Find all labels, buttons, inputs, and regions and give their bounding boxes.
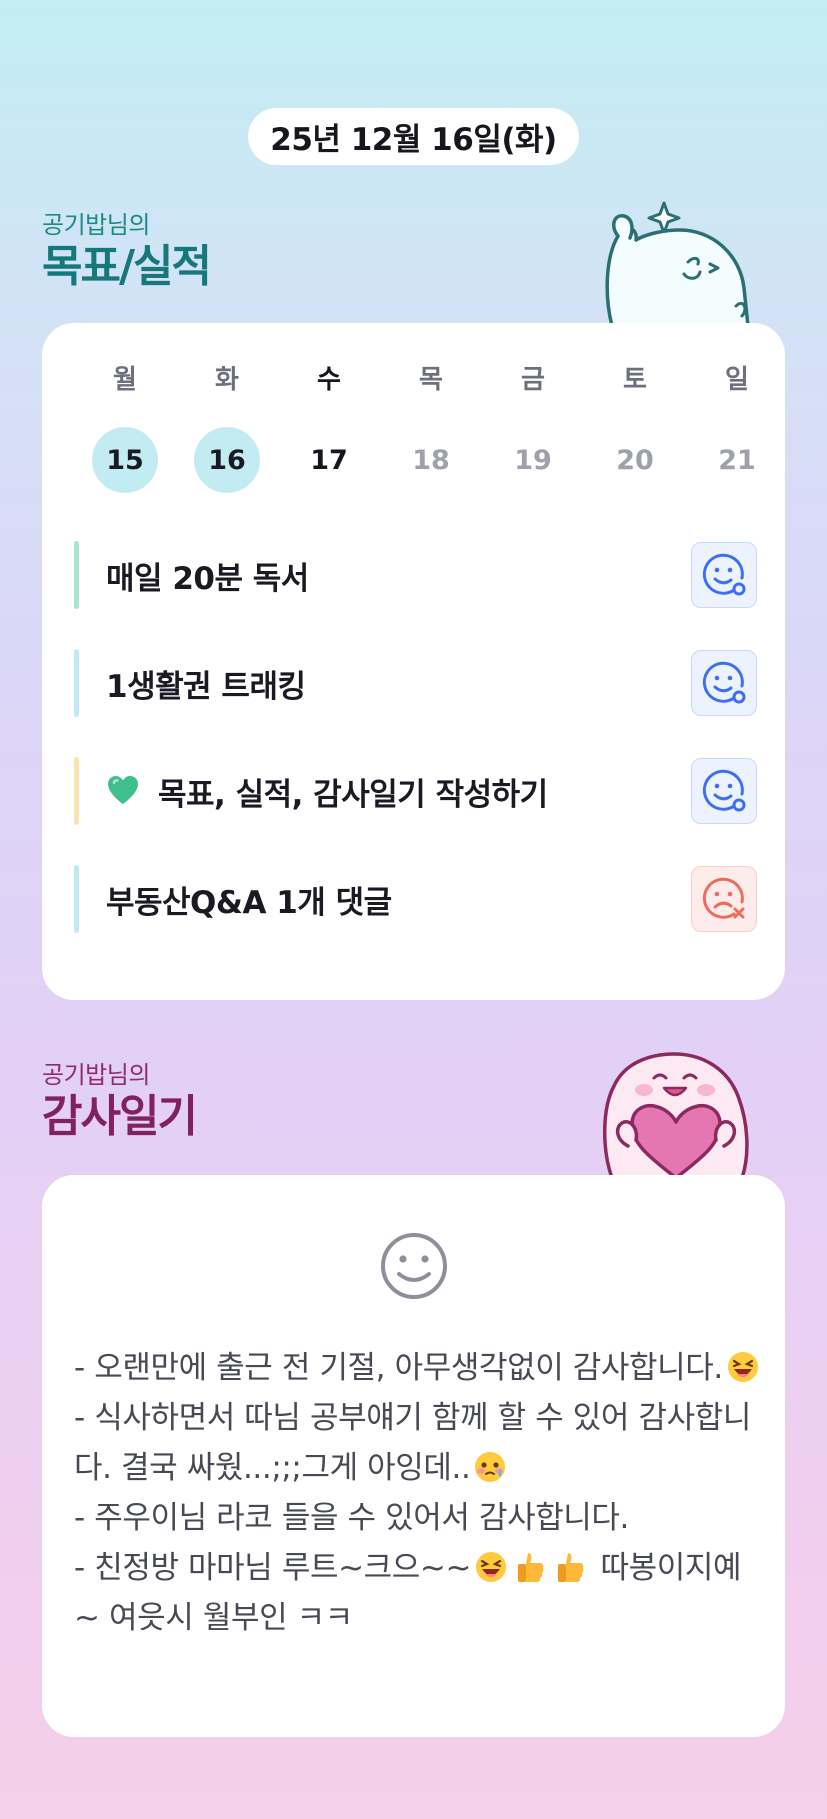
goal-item[interactable]: 1생활권 트래킹 xyxy=(74,649,757,717)
date-cell[interactable]: 21 xyxy=(704,427,770,493)
mood-smile-icon[interactable] xyxy=(379,1231,449,1301)
date-cell[interactable]: 15 xyxy=(92,427,158,493)
goal-label: 1생활권 트래킹 xyxy=(106,668,306,705)
goal-label: 매일 20분 독서 xyxy=(106,560,309,597)
diary-line-text: - 오랜만에 출근 전 기절, 아무생각없이 감사합니다. xyxy=(74,1350,723,1386)
diary-subtitle: 공기밥님의 xyxy=(42,1061,150,1089)
goal-item[interactable]: 부동산Q&A 1개 댓글 xyxy=(74,865,757,933)
week-calendar: 월 화 수 목 금 토 일 15 16 17 18 19 20 21 xyxy=(74,359,788,493)
smile-check-icon xyxy=(702,553,746,596)
goal-color-bar xyxy=(74,757,79,825)
goal-item[interactable]: 매일 20분 독서 xyxy=(74,541,757,609)
date-pill[interactable]: 25년 12월 16일(화) xyxy=(248,108,579,165)
thumbs-up-emoji-icon xyxy=(558,1553,584,1582)
weekday-label: 토 xyxy=(623,364,647,395)
weekday-label: 월 xyxy=(113,364,137,395)
goal-status-button[interactable] xyxy=(691,758,757,824)
date-cell[interactable]: 18 xyxy=(398,427,464,493)
goals-subtitle: 공기밥님의 xyxy=(42,211,150,239)
diary-section-header: 공기밥님의 감사일기 xyxy=(42,1055,198,1142)
goal-status-button[interactable] xyxy=(691,866,757,932)
diary-line-text: - 주우이님 라코 들을 수 있어서 감사합니다. xyxy=(74,1500,630,1536)
goals-section-header: 공기밥님의 목표/실적 xyxy=(42,205,212,292)
diary-line: - 주우이님 라코 들을 수 있어서 감사합니다. xyxy=(74,1493,764,1543)
date-cell[interactable]: 16 xyxy=(194,427,260,493)
diary-line-text: - 식사하면서 따님 공부얘기 함께 할 수 있어 감사합니다. 결국 싸웠..… xyxy=(74,1400,751,1486)
goals-title: 목표/실적 xyxy=(42,241,212,292)
goal-label: 목표, 실적, 감사일기 작성하기 xyxy=(158,776,548,813)
diary-line: - 친정방 마마님 루트~크으~~ 따봉이지예~ 여읏시 월부인 ㅋㅋ xyxy=(74,1543,764,1643)
weekday-label: 화 xyxy=(215,364,239,395)
goal-label: 부동산Q&A 1개 댓글 xyxy=(106,884,392,921)
diary-card: - 오랜만에 출근 전 기절, 아무생각없이 감사합니다. - 식사하면서 따님… xyxy=(42,1175,785,1737)
cheer-mascot-illustration xyxy=(605,201,750,326)
diary-title: 감사일기 xyxy=(42,1091,198,1142)
date-row: 15 16 17 18 19 20 21 xyxy=(74,427,788,493)
thumbs-up-emoji-icon xyxy=(518,1553,544,1582)
green-heart-icon xyxy=(108,776,138,804)
goal-color-bar xyxy=(74,865,79,933)
date-cell[interactable]: 20 xyxy=(602,427,668,493)
date-cell[interactable]: 17 xyxy=(296,427,362,493)
sad-cross-icon xyxy=(702,877,745,919)
blushing-tear-emoji-icon xyxy=(475,1452,506,1482)
goal-item[interactable]: 목표, 실적, 감사일기 작성하기 xyxy=(74,757,757,825)
goal-color-bar xyxy=(74,649,79,717)
smile-check-icon xyxy=(702,769,746,812)
date-cell[interactable]: 19 xyxy=(500,427,566,493)
goal-status-button[interactable] xyxy=(691,650,757,716)
goal-status-button[interactable] xyxy=(691,542,757,608)
diary-line: - 오랜만에 출근 전 기절, 아무생각없이 감사합니다. xyxy=(74,1343,764,1393)
smile-check-icon xyxy=(702,661,746,704)
diary-line: - 식사하면서 따님 공부얘기 함께 할 수 있어 감사합니다. 결국 싸웠..… xyxy=(74,1393,764,1493)
weekday-label: 목 xyxy=(419,364,443,395)
diary-line-text: - 친정방 마마님 루트~크으~~ xyxy=(74,1550,472,1586)
weekday-label: 일 xyxy=(725,364,749,395)
goal-color-bar xyxy=(74,541,79,609)
grinning-squint-emoji-icon xyxy=(727,1352,758,1382)
weekday-row: 월 화 수 목 금 토 일 xyxy=(74,359,788,395)
grinning-squint-emoji-icon xyxy=(476,1552,507,1582)
goals-card: 월 화 수 목 금 토 일 15 16 17 18 19 20 21 매일 20… xyxy=(42,323,785,1000)
goal-label-row: 목표, 실적, 감사일기 작성하기 xyxy=(106,757,548,825)
heart-mascot-illustration xyxy=(603,1052,749,1178)
weekday-label: 금 xyxy=(521,364,545,395)
diary-entry: - 오랜만에 출근 전 기절, 아무생각없이 감사합니다. - 식사하면서 따님… xyxy=(74,1343,764,1643)
weekday-label: 수 xyxy=(317,364,341,395)
